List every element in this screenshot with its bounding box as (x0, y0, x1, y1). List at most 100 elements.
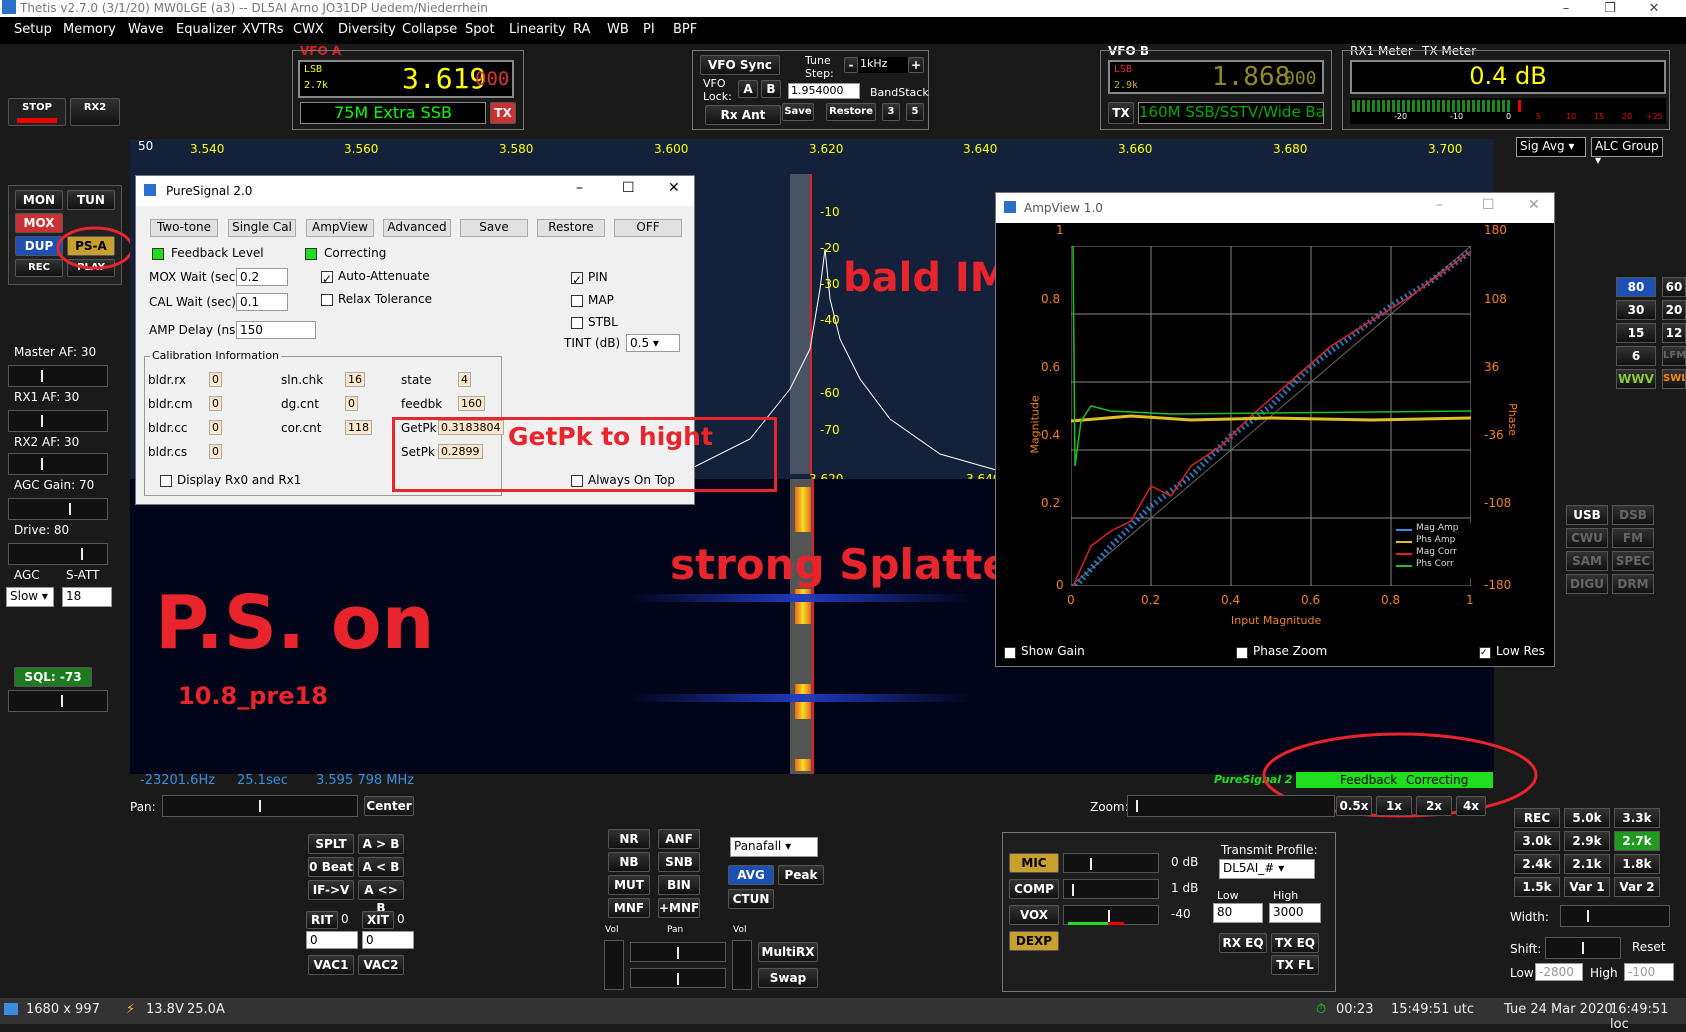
vox-slider[interactable] (1063, 905, 1159, 925)
anf-button[interactable]: ANF (658, 829, 700, 849)
dexp-button[interactable]: DEXP (1009, 931, 1059, 951)
mode-drm[interactable]: DRM (1612, 574, 1654, 594)
filter-rec[interactable]: REC (1514, 808, 1560, 828)
ctun-button[interactable]: CTUN (728, 889, 774, 909)
comp-button[interactable]: COMP (1009, 879, 1059, 899)
menu-memory[interactable]: Memory (63, 22, 116, 37)
mox-wait-stepper[interactable]: 0.2 (236, 268, 288, 286)
alc-group-select[interactable]: ALC Group ▾ (1591, 137, 1663, 167)
vac2-button[interactable]: VAC2 (358, 955, 404, 975)
reset-button[interactable]: Reset (1632, 940, 1666, 954)
menu-linearity[interactable]: Linearity (509, 22, 566, 37)
menu-cwx[interactable]: CWX (293, 22, 324, 37)
vfo-freq-input[interactable]: 1.954000 (788, 83, 860, 99)
tx-low-stepper[interactable]: 80 (1213, 903, 1263, 923)
show-gain-checkbox[interactable] (1004, 647, 1016, 659)
drive-slider[interactable] (8, 543, 108, 565)
agc-mode-select[interactable]: Slow ▾ (6, 587, 54, 607)
vol-slider[interactable] (604, 940, 624, 990)
filter-low-stepper[interactable]: -2800 (1535, 963, 1583, 981)
center-button[interactable]: Center (364, 796, 414, 816)
b-to-a-button[interactable]: A < B (358, 857, 404, 877)
xit-stepper[interactable]: 0 (362, 931, 414, 949)
filter-24k[interactable]: 2.4k (1514, 854, 1560, 874)
zero-beat-button[interactable]: 0 Beat (308, 857, 354, 877)
maximize-icon[interactable]: ☐ (622, 180, 635, 196)
mode-dsb[interactable]: DSB (1612, 505, 1654, 525)
pan-slider[interactable] (162, 795, 358, 817)
rx-eq-button[interactable]: RX EQ (1219, 933, 1267, 953)
filter-15k[interactable]: 1.5k (1514, 877, 1560, 897)
tx-eq-button[interactable]: TX EQ (1271, 933, 1319, 953)
nr-button[interactable]: NR (608, 829, 650, 849)
rit-button[interactable]: RIT (306, 911, 338, 929)
minimize-icon[interactable]: – (1436, 197, 1443, 213)
auto-attenuate-checkbox[interactable]: ✓ (321, 271, 333, 286)
split-button[interactable]: SPLT (308, 834, 354, 854)
band-swl[interactable]: SWL (1662, 369, 1686, 389)
vfo-restore-button[interactable]: Restore (826, 103, 876, 121)
vol2-slider[interactable] (732, 940, 752, 990)
tint-select[interactable]: 0.5 ▾ (626, 334, 680, 352)
bandstack-3[interactable]: 3 (882, 103, 900, 121)
menu-collapse[interactable]: Collapse (402, 22, 457, 37)
filter-3k[interactable]: 3.0k (1514, 831, 1560, 851)
vox-button[interactable]: VOX (1009, 905, 1059, 925)
menu-equalizer[interactable]: Equalizer (176, 22, 236, 37)
menu-setup[interactable]: Setup (14, 22, 52, 37)
menu-pi[interactable]: PI (643, 22, 655, 37)
zoom-1x-button[interactable]: 1x (1376, 796, 1412, 816)
tx-high-stepper[interactable]: 3000 (1269, 903, 1321, 923)
two-tone-button[interactable]: Two-tone (150, 219, 218, 237)
band-wwv[interactable]: WWV (1616, 369, 1656, 389)
bin-button[interactable]: BIN (658, 875, 700, 895)
master-af-slider[interactable] (8, 365, 108, 387)
filter-33k[interactable]: 3.3k (1614, 808, 1660, 828)
nb-button[interactable]: NB (608, 852, 650, 872)
menu-spot[interactable]: Spot (465, 22, 495, 37)
mode-spec[interactable]: SPEC (1612, 551, 1654, 571)
menu-bpf[interactable]: BPF (673, 22, 697, 37)
filter-21k[interactable]: 2.1k (1564, 854, 1610, 874)
pan-slider-2[interactable] (630, 968, 726, 988)
display-rx-checkbox[interactable] (160, 475, 172, 487)
zoom-2x-button[interactable]: 2x (1416, 796, 1452, 816)
band-80[interactable]: 80 (1616, 277, 1656, 297)
low-res-checkbox[interactable]: ✓ (1479, 647, 1491, 659)
close-icon[interactable]: ✕ (1528, 197, 1540, 213)
cal-wait-stepper[interactable]: 0.1 (236, 293, 288, 311)
minimize-icon[interactable]: – (576, 180, 583, 196)
ps-off-button[interactable]: OFF (614, 219, 682, 237)
map-checkbox[interactable] (571, 295, 583, 307)
advanced-button[interactable]: Advanced (383, 219, 451, 237)
rx2-button[interactable]: RX2 (70, 98, 120, 126)
display-mode-select[interactable]: Panafall ▾ (730, 837, 818, 857)
menu-wb[interactable]: WB (607, 22, 629, 37)
shift-slider[interactable] (1545, 937, 1621, 959)
vfo-a-display[interactable]: LSB 2.7k 3.619 000 (298, 60, 514, 98)
mut-button[interactable]: MUT (608, 875, 650, 895)
a-to-b-button[interactable]: A > B (358, 834, 404, 854)
band-lfmf[interactable]: LFMF (1662, 346, 1686, 366)
snb-button[interactable]: SNB (658, 852, 700, 872)
band-30[interactable]: 30 (1616, 300, 1656, 320)
filter-29k[interactable]: 2.9k (1564, 831, 1610, 851)
sig-avg-select[interactable]: Sig Avg ▾ (1516, 137, 1586, 157)
swap-button[interactable]: Swap (758, 968, 818, 988)
tune-step-minus[interactable]: - (844, 57, 858, 73)
multirx-button[interactable]: MultiRX (758, 942, 818, 962)
mic-button[interactable]: MIC (1009, 853, 1059, 873)
comp-slider[interactable] (1063, 879, 1159, 899)
tune-step-plus[interactable]: + (908, 57, 924, 73)
band-60[interactable]: 60 (1662, 277, 1686, 297)
xit-button[interactable]: XIT (362, 911, 394, 929)
rx2-af-slider[interactable] (8, 453, 108, 475)
band-6[interactable]: 6 (1616, 346, 1656, 366)
mic-slider[interactable] (1063, 853, 1159, 873)
close-icon[interactable]: ✕ (1634, 1, 1674, 18)
band-20[interactable]: 20 (1662, 300, 1686, 320)
menu-ra[interactable]: RA (573, 22, 590, 37)
band-12[interactable]: 12 (1662, 323, 1686, 343)
mode-digu[interactable]: DIGU (1566, 574, 1608, 594)
filter-18k[interactable]: 1.8k (1614, 854, 1660, 874)
